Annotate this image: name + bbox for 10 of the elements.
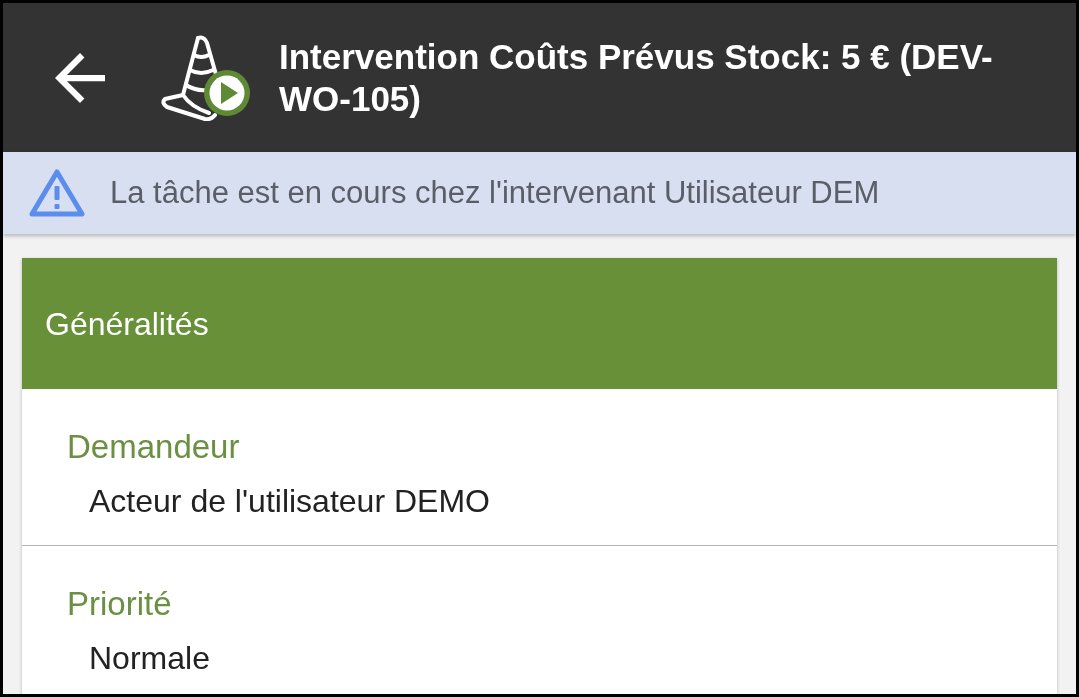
section-title: Généralités bbox=[45, 304, 209, 344]
status-message: La tâche est en cours chez l'intervenant Utilisateur DEM bbox=[110, 173, 880, 212]
field-value: Acteur de l'utilisateur DEMO bbox=[89, 482, 490, 521]
field-label: Priorité bbox=[67, 584, 172, 624]
back-arrow-icon bbox=[55, 52, 105, 103]
warning-icon bbox=[29, 168, 85, 218]
field-label: Demandeur bbox=[67, 427, 240, 467]
field-value: Normale bbox=[89, 639, 210, 678]
traffic-cone-play-icon bbox=[161, 34, 253, 121]
page-title: Intervention Coûts Prévus Stock: 5 € (DEV-WO-105) bbox=[279, 35, 994, 120]
